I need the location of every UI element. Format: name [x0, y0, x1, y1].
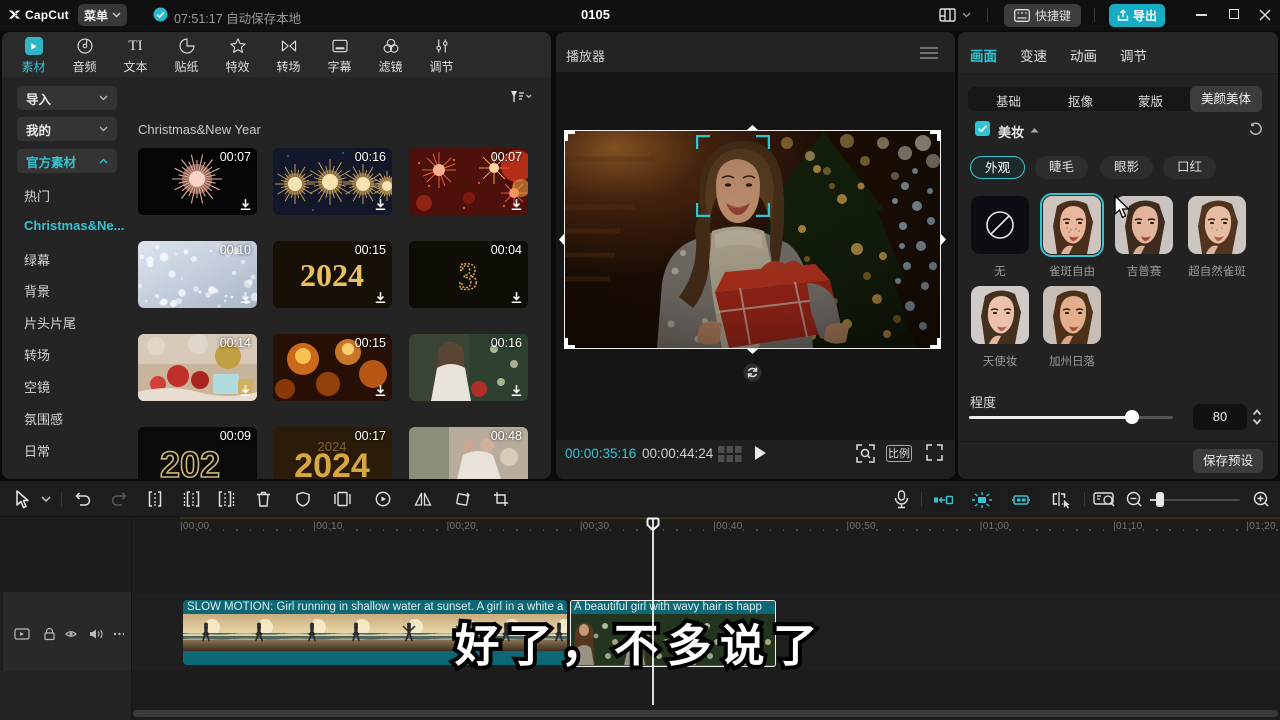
svg-text:2024: 2024: [318, 439, 347, 454]
svg-text:202: 202: [160, 444, 220, 479]
svg-text:3: 3: [459, 256, 478, 298]
svg-text:2024: 2024: [300, 257, 364, 293]
